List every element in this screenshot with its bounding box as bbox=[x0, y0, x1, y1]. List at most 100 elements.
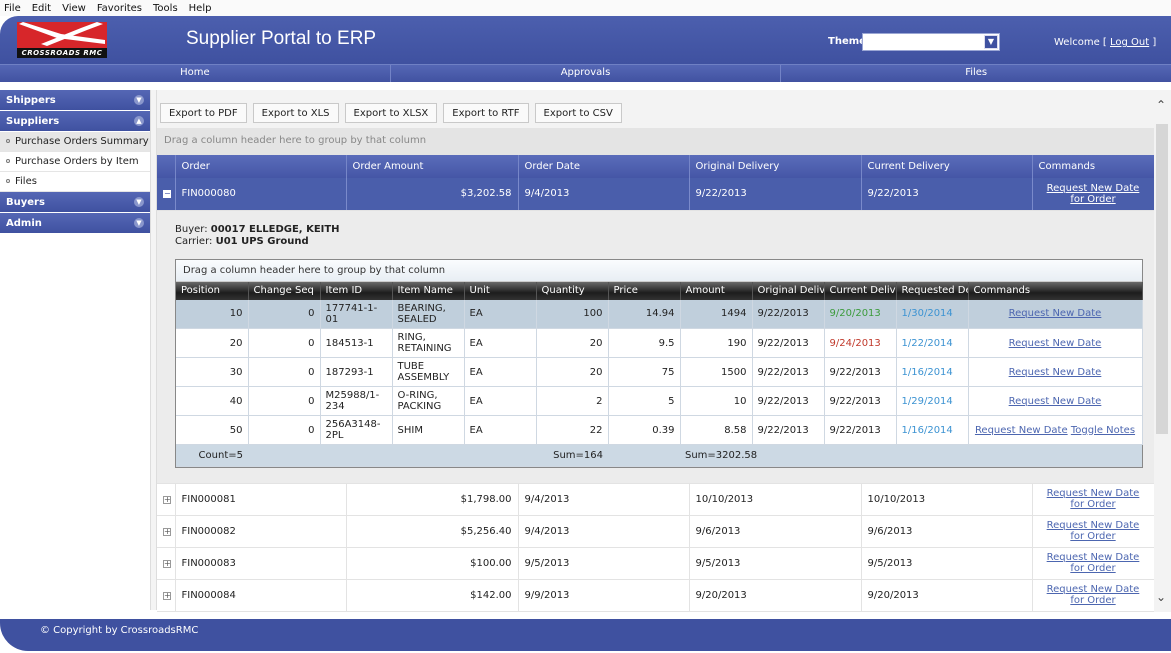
main-nav: Home Approvals Files bbox=[0, 64, 1171, 82]
sidebar-group-admin[interactable]: Admin ▼ bbox=[0, 213, 150, 234]
column-header-quantity[interactable]: Quantity bbox=[536, 281, 609, 300]
export-xlsx-button[interactable]: Export to XLSX bbox=[344, 103, 438, 123]
export-csv-button[interactable]: Export to CSV bbox=[534, 103, 622, 123]
request-new-date-link[interactable]: Request New Date bbox=[1009, 367, 1102, 378]
column-header-order-amount[interactable]: Order Amount bbox=[346, 155, 519, 178]
menu-edit[interactable]: Edit bbox=[32, 3, 51, 14]
column-header-current-delivery[interactable]: Current Deliver bbox=[824, 281, 897, 300]
column-header-current-delivery[interactable]: Current Delivery bbox=[861, 155, 1033, 178]
amount-cell: $100.00 bbox=[346, 547, 519, 580]
sidebar-group-suppliers[interactable]: Suppliers ▲ bbox=[0, 111, 150, 132]
sidebar-item-files[interactable]: Files bbox=[0, 172, 150, 192]
order-date-cell: 9/4/2013 bbox=[518, 515, 690, 548]
column-header-order-date[interactable]: Order Date bbox=[518, 155, 690, 178]
menu-tools[interactable]: Tools bbox=[153, 3, 178, 14]
column-header-item-name[interactable]: Item Name bbox=[392, 281, 465, 300]
menu-help[interactable]: Help bbox=[189, 3, 212, 14]
chevron-down-icon[interactable]: ▼ bbox=[134, 197, 144, 207]
quantity-sum: Sum=164 bbox=[536, 444, 608, 467]
scroll-down-icon[interactable]: ⌄ bbox=[1156, 590, 1166, 604]
scrollbar-thumb[interactable] bbox=[1156, 124, 1168, 434]
expand-icon[interactable]: + bbox=[163, 495, 171, 504]
sidebar-group-buyers[interactable]: Buyers ▼ bbox=[0, 192, 150, 213]
sidebar-item-purchase-orders-summary[interactable]: Purchase Orders Summary bbox=[0, 132, 150, 152]
expand-cell[interactable]: + bbox=[157, 515, 176, 548]
sidebar-group-shippers[interactable]: Shippers ▼ bbox=[0, 90, 150, 111]
expand-cell[interactable]: + bbox=[157, 483, 176, 516]
request-new-date-link[interactable]: Request New Date bbox=[1009, 396, 1102, 407]
request-new-date-for-order-link[interactable]: Request New Date for Order bbox=[1047, 488, 1140, 510]
column-header-item-id[interactable]: Item ID bbox=[320, 281, 393, 300]
column-header-requested-delivery[interactable]: Requested Deli bbox=[896, 281, 969, 300]
column-header-original-delivery[interactable]: Original Delivery bbox=[689, 155, 862, 178]
current-delivery-cell: 9/20/2013 bbox=[824, 299, 897, 329]
table-row[interactable]: − FIN000080 $3,202.58 9/4/2013 9/22/2013… bbox=[157, 178, 1154, 211]
original-delivery-cell: 9/22/2013 bbox=[752, 299, 825, 329]
requested-delivery-cell: 1/16/2014 bbox=[896, 357, 969, 387]
item-id-cell: 187293-1 bbox=[320, 357, 393, 387]
menu-file[interactable]: File bbox=[4, 3, 21, 14]
sidebar-item-purchase-orders-by-item[interactable]: Purchase Orders by Item bbox=[0, 152, 150, 172]
nav-approvals[interactable]: Approvals bbox=[391, 65, 782, 82]
request-new-date-for-order-link[interactable]: Request New Date for Order bbox=[1047, 183, 1140, 205]
column-header-commands[interactable]: Commands bbox=[968, 281, 1143, 300]
column-header-amount[interactable]: Amount bbox=[680, 281, 753, 300]
table-row[interactable]: + FIN000082 $5,256.40 9/4/2013 9/6/2013 9/6/2… bbox=[157, 515, 1154, 548]
item-row[interactable]: 50 0 256A3148-2PL SHIM EA 22 0.39 8.58 9/22/2013… bbox=[176, 415, 1143, 445]
amount-cell: 1500 bbox=[680, 357, 753, 387]
menu-view[interactable]: View bbox=[62, 3, 86, 14]
vertical-scrollbar[interactable]: ⌃ ⌄ bbox=[1154, 90, 1171, 612]
column-header-original-delivery[interactable]: Original Deliver bbox=[752, 281, 825, 300]
expand-icon[interactable]: + bbox=[163, 559, 171, 568]
chevron-down-icon[interactable]: ▼ bbox=[134, 95, 144, 105]
order-date-cell: 9/5/2013 bbox=[518, 547, 690, 580]
logout-link[interactable]: Log Out bbox=[1110, 37, 1149, 48]
request-new-date-for-order-link[interactable]: Request New Date for Order bbox=[1047, 552, 1140, 574]
chevron-down-icon[interactable]: ▼ bbox=[984, 35, 998, 49]
amount-cell: 190 bbox=[680, 328, 753, 358]
request-new-date-link[interactable]: Request New Date bbox=[1009, 338, 1102, 349]
order-cell: FIN000083 bbox=[175, 547, 347, 580]
column-header-unit[interactable]: Unit bbox=[464, 281, 537, 300]
column-header-position[interactable]: Position bbox=[176, 281, 249, 300]
item-row[interactable]: 40 0 M25988/1-234 O-RING, PACKING EA 2 5 10 9/22… bbox=[176, 386, 1143, 416]
collapse-icon[interactable]: − bbox=[163, 190, 171, 199]
table-row[interactable]: + FIN000083 $100.00 9/5/2013 9/5/2013 9/5/201… bbox=[157, 547, 1154, 580]
menu-favorites[interactable]: Favorites bbox=[97, 3, 142, 14]
chevron-down-icon[interactable]: ▼ bbox=[134, 218, 144, 228]
item-name-cell: SHIM bbox=[392, 415, 465, 445]
group-by-panel[interactable]: Drag a column header here to group by th… bbox=[157, 128, 1154, 155]
item-row[interactable]: 10 0 177741-1-01 BEARING, SEALED EA 100 14.94 1… bbox=[176, 299, 1143, 329]
summary-empty-cell bbox=[608, 444, 680, 467]
nav-home[interactable]: Home bbox=[0, 65, 391, 82]
export-pdf-button[interactable]: Export to PDF bbox=[160, 103, 247, 123]
scroll-up-icon[interactable]: ⌃ bbox=[1156, 98, 1166, 112]
commands-cell: Request New Date for Order bbox=[1032, 515, 1154, 548]
commands-cell: Request New Date for Order bbox=[1032, 579, 1154, 612]
column-header-commands[interactable]: Commands bbox=[1032, 155, 1154, 178]
expand-icon[interactable]: + bbox=[163, 527, 171, 536]
items-group-by-panel[interactable]: Drag a column header here to group by th… bbox=[176, 259, 1142, 282]
expand-cell[interactable]: + bbox=[157, 579, 176, 612]
export-rtf-button[interactable]: Export to RTF bbox=[443, 103, 529, 123]
toggle-notes-link[interactable]: Toggle Notes bbox=[1071, 425, 1135, 436]
request-new-date-for-order-link[interactable]: Request New Date for Order bbox=[1047, 584, 1140, 606]
column-header-change-seq[interactable]: Change Seq bbox=[248, 281, 321, 300]
theme-select[interactable]: ▼ bbox=[862, 33, 1000, 51]
expand-cell[interactable]: − bbox=[157, 178, 176, 211]
nav-files[interactable]: Files bbox=[781, 65, 1171, 82]
chevron-up-icon[interactable]: ▲ bbox=[134, 116, 144, 126]
export-xls-button[interactable]: Export to XLS bbox=[252, 103, 339, 123]
table-row[interactable]: + FIN000081 $1,798.00 9/4/2013 10/10/2013 10/… bbox=[157, 483, 1154, 516]
expand-icon[interactable]: + bbox=[163, 591, 171, 600]
request-new-date-link[interactable]: Request New Date bbox=[975, 425, 1068, 436]
request-new-date-for-order-link[interactable]: Request New Date for Order bbox=[1047, 520, 1140, 542]
copyright-text: © Copyright by CrossroadsRMC bbox=[40, 625, 199, 636]
column-header-price[interactable]: Price bbox=[608, 281, 681, 300]
table-row[interactable]: + FIN000084 $142.00 9/9/2013 9/20/2013 9/20/2… bbox=[157, 579, 1154, 612]
expand-cell[interactable]: + bbox=[157, 547, 176, 580]
item-row[interactable]: 30 0 187293-1 TUBE ASSEMBLY EA 20 75 1500 9/22/2… bbox=[176, 357, 1143, 387]
column-header-order[interactable]: Order bbox=[175, 155, 347, 178]
request-new-date-link[interactable]: Request New Date bbox=[1009, 308, 1102, 319]
item-row[interactable]: 20 0 184513-1 RING, RETAINING EA 20 9.5 190 9/22… bbox=[176, 328, 1143, 358]
